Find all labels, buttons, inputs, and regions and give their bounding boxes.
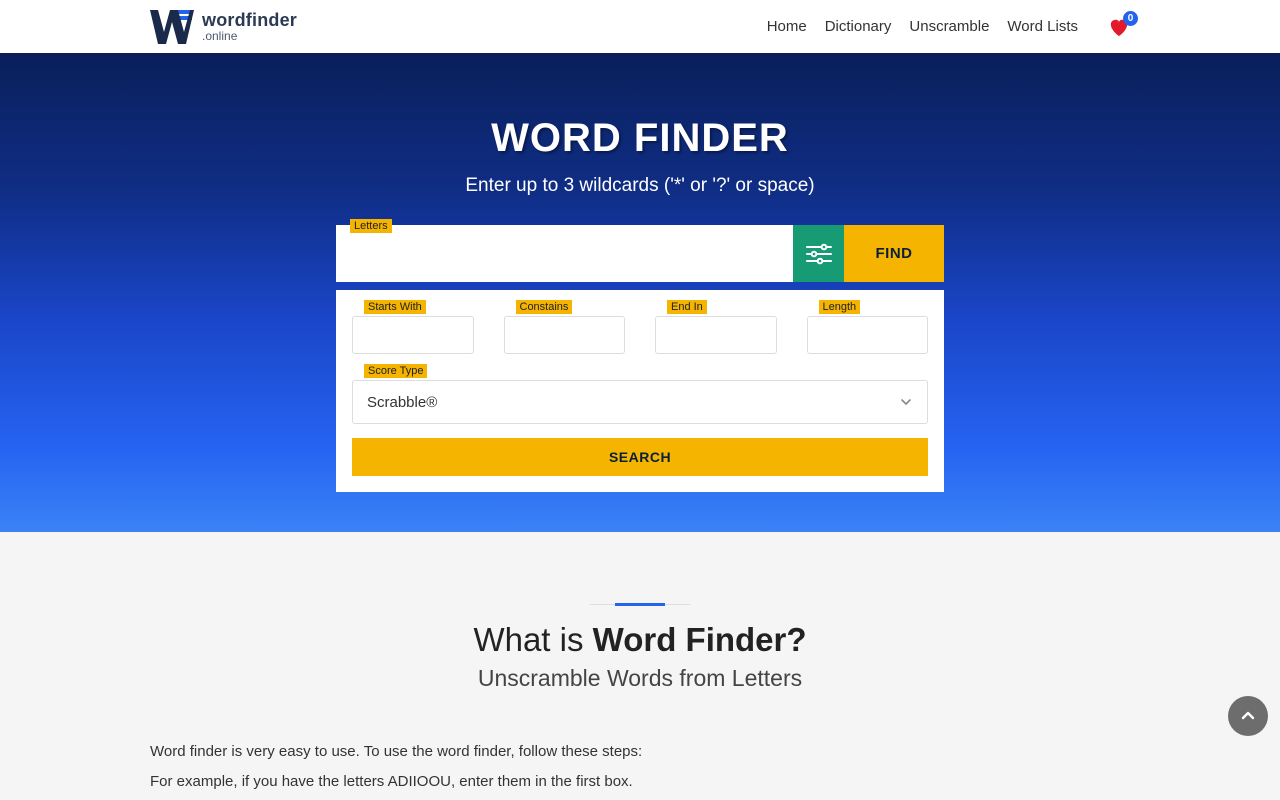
chevron-down-icon — [899, 395, 913, 409]
search-row: Letters FIND — [336, 225, 944, 282]
length-field: Length — [807, 316, 929, 354]
score-type-value: Scrabble® — [367, 394, 437, 411]
nav-dictionary[interactable]: Dictionary — [825, 18, 892, 35]
length-input[interactable] — [807, 316, 929, 354]
end-in-label: End In — [667, 300, 707, 314]
find-button[interactable]: FIND — [844, 225, 944, 282]
info-heading-prefix: What is — [473, 621, 592, 658]
favorites-badge: 0 — [1123, 11, 1138, 26]
info-heading: What is Word Finder? — [150, 621, 1130, 659]
end-in-input[interactable] — [655, 316, 777, 354]
info-heading-bold: Word Finder? — [593, 621, 807, 658]
divider — [590, 604, 690, 605]
logo[interactable]: wordfinder .online — [150, 10, 297, 44]
nav-home[interactable]: Home — [767, 18, 807, 35]
starts-with-field: Starts With — [352, 316, 474, 354]
starts-with-label: Starts With — [364, 300, 426, 314]
length-label: Length — [819, 300, 861, 314]
sliders-icon — [806, 243, 832, 265]
nav-unscramble[interactable]: Unscramble — [909, 18, 989, 35]
favorites-button[interactable]: 0 — [1108, 17, 1130, 37]
advanced-panel: Starts With Constains End In Length Scor… — [336, 290, 944, 492]
logo-sub-text: .online — [202, 30, 297, 42]
letters-input[interactable] — [336, 225, 793, 282]
logo-main-text: wordfinder — [202, 11, 297, 29]
contains-field: Constains — [504, 316, 626, 354]
score-type-select[interactable]: Scrabble® — [352, 380, 928, 424]
letters-field: Letters — [336, 225, 793, 282]
nav-word-lists[interactable]: Word Lists — [1007, 18, 1078, 35]
logo-icon — [150, 10, 194, 44]
hero: WORD FINDER Enter up to 3 wildcards ('*'… — [0, 53, 1280, 532]
end-in-field: End In — [655, 316, 777, 354]
logo-text: wordfinder .online — [202, 11, 297, 42]
nav: Home Dictionary Unscramble Word Lists 0 — [767, 17, 1130, 37]
starts-with-input[interactable] — [352, 316, 474, 354]
page-subtitle: Enter up to 3 wildcards ('*' or '?' or s… — [336, 175, 944, 197]
scroll-top-button[interactable] — [1228, 696, 1268, 736]
header: wordfinder .online Home Dictionary Unscr… — [0, 0, 1280, 53]
score-type-label: Score Type — [364, 364, 427, 378]
contains-label: Constains — [516, 300, 573, 314]
info-paragraph: Word finder is very easy to use. To use … — [150, 740, 1130, 764]
page-title: WORD FINDER — [336, 116, 944, 161]
info-section: What is Word Finder? Unscramble Words fr… — [0, 532, 1280, 794]
chevron-up-icon — [1239, 707, 1257, 725]
info-subheading: Unscramble Words from Letters — [150, 665, 1130, 692]
search-button[interactable]: SEARCH — [352, 438, 928, 476]
letters-label: Letters — [350, 219, 392, 233]
info-body: Word finder is very easy to use. To use … — [150, 740, 1130, 794]
filter-toggle-button[interactable] — [793, 225, 844, 282]
contains-input[interactable] — [504, 316, 626, 354]
info-paragraph: For example, if you have the letters ADI… — [150, 770, 1130, 794]
